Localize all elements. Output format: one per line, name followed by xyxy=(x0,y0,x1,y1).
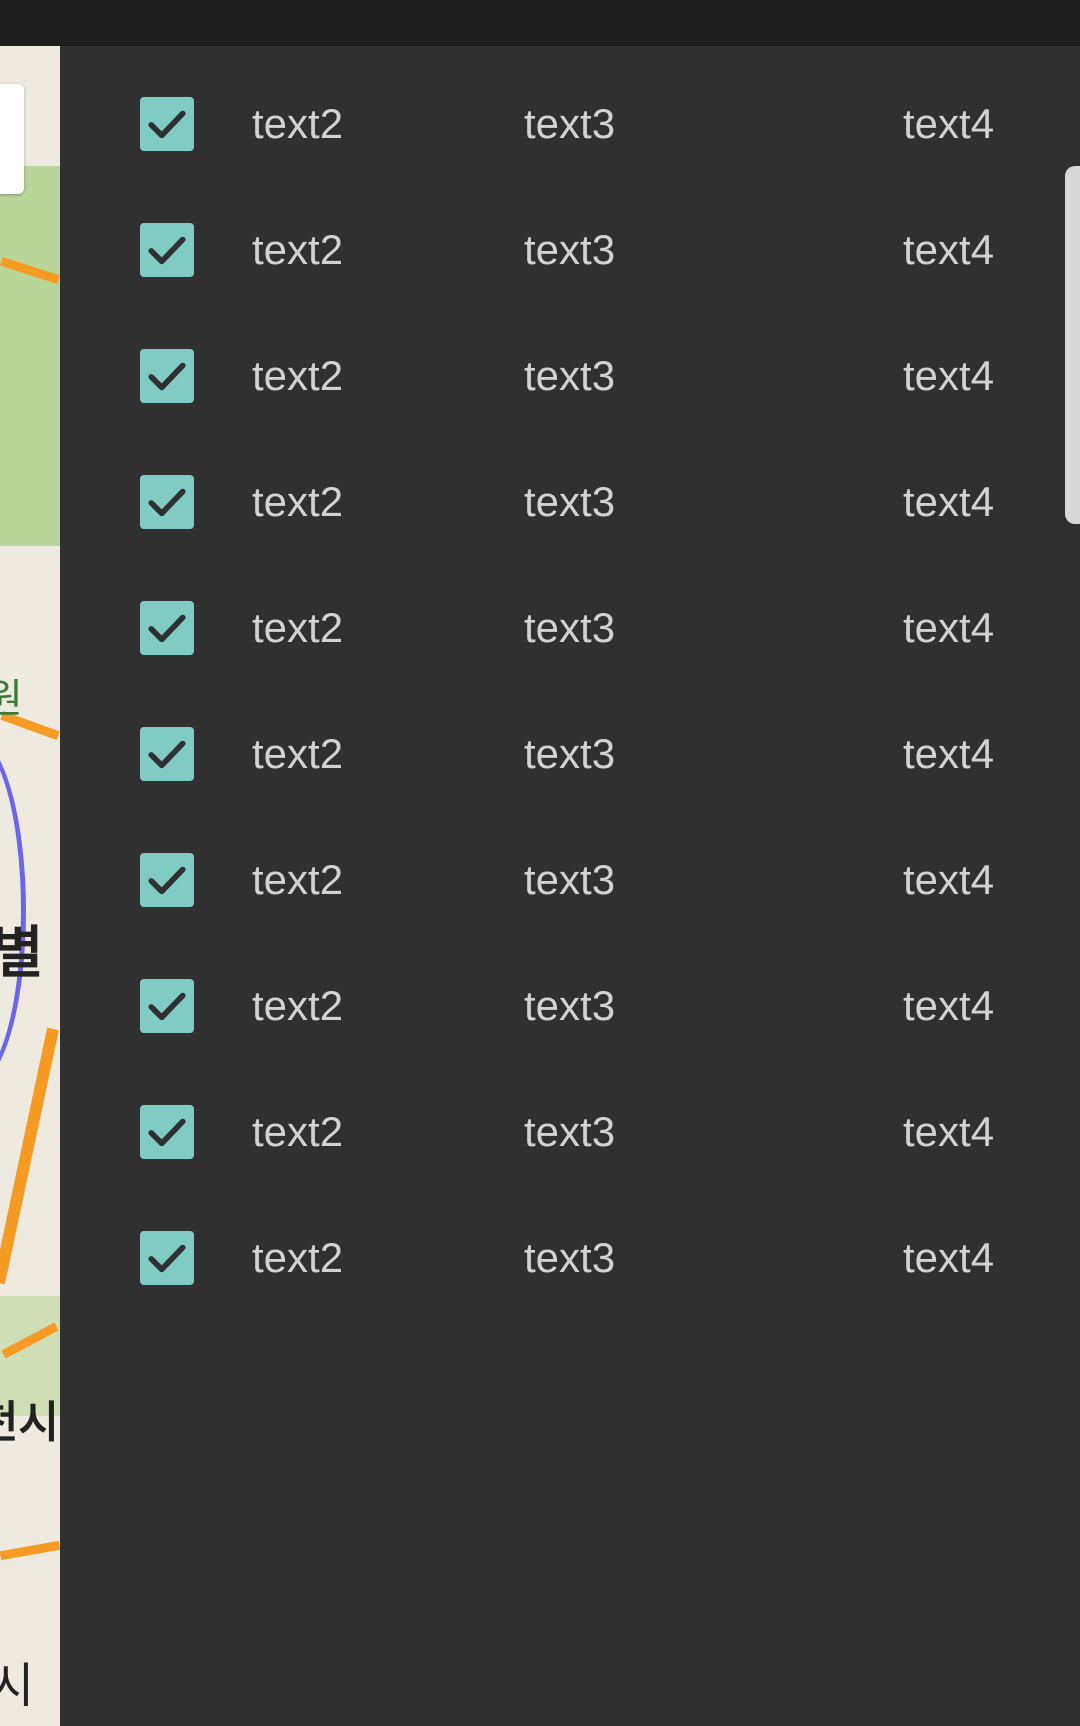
map-background[interactable]: 원 별 천시 시 xyxy=(0,46,60,1726)
row-checkbox[interactable] xyxy=(140,349,194,403)
map-label: 시 xyxy=(0,1658,35,1714)
row-text3: text3 xyxy=(524,856,616,903)
row-checkbox[interactable] xyxy=(140,853,194,907)
row-checkbox[interactable] xyxy=(140,1105,194,1159)
row-text4: text4 xyxy=(903,100,995,147)
row-text2: text2 xyxy=(252,1234,344,1281)
list-item[interactable]: text2 text3 text4 xyxy=(60,676,1080,802)
row-text3: text3 xyxy=(524,730,616,777)
row-checkbox[interactable] xyxy=(140,979,194,1033)
row-checkbox[interactable] xyxy=(140,475,194,529)
row-text2: text2 xyxy=(252,982,344,1029)
row-text4: text4 xyxy=(903,730,995,777)
checkmark-icon xyxy=(148,1244,186,1273)
checkmark-icon xyxy=(148,236,186,265)
list-item[interactable]: text2 text3 text4 xyxy=(60,424,1080,550)
map-label: 천시 xyxy=(0,1397,59,1448)
list-item[interactable]: text2 text3 text4 xyxy=(60,550,1080,676)
row-text4: text4 xyxy=(903,856,995,903)
list-item[interactable]: text2 text3 text4 xyxy=(60,1054,1080,1180)
row-text4: text4 xyxy=(903,478,995,525)
row-text4: text4 xyxy=(903,982,995,1029)
row-text2: text2 xyxy=(252,730,344,777)
checkmark-icon xyxy=(148,740,186,769)
map-park-area xyxy=(0,166,60,546)
list-item[interactable]: text2 text3 text4 xyxy=(60,172,1080,298)
row-text2: text2 xyxy=(252,100,344,147)
row-text2: text2 xyxy=(252,604,344,651)
checkmark-icon xyxy=(148,110,186,139)
row-text2: text2 xyxy=(252,352,344,399)
list-item[interactable]: text2 text3 text4 xyxy=(60,802,1080,928)
list-item[interactable]: text2 text3 text4 xyxy=(60,46,1080,172)
list-item[interactable]: text2 text3 text4 xyxy=(60,1180,1080,1306)
map-overlay-card[interactable] xyxy=(0,84,24,194)
row-checkbox[interactable] xyxy=(140,223,194,277)
row-text3: text3 xyxy=(524,478,616,525)
row-checkbox[interactable] xyxy=(140,601,194,655)
checkmark-icon xyxy=(148,866,186,895)
row-text4: text4 xyxy=(903,226,995,273)
scrollbar-handle[interactable] xyxy=(1065,166,1080,524)
checkmark-icon xyxy=(148,362,186,391)
row-checkbox[interactable] xyxy=(140,1231,194,1285)
row-text3: text3 xyxy=(524,226,616,273)
row-text2: text2 xyxy=(252,1108,344,1155)
status-bar xyxy=(0,0,1080,46)
row-text3: text3 xyxy=(524,100,616,147)
row-text3: text3 xyxy=(524,1234,616,1281)
list-item[interactable]: text2 text3 text4 xyxy=(60,298,1080,424)
map-label: 별 xyxy=(0,921,44,986)
row-text4: text4 xyxy=(903,604,995,651)
row-text2: text2 xyxy=(252,856,344,903)
row-text3: text3 xyxy=(524,604,616,651)
row-text3: text3 xyxy=(524,1108,616,1155)
map-road xyxy=(0,1540,60,1561)
row-text2: text2 xyxy=(252,226,344,273)
checkmark-icon xyxy=(148,488,186,517)
map-road xyxy=(0,1027,59,1285)
row-text3: text3 xyxy=(524,352,616,399)
checkmark-icon xyxy=(148,614,186,643)
list-item[interactable]: text2 text3 text4 xyxy=(60,928,1080,1054)
row-text4: text4 xyxy=(903,1234,995,1281)
map-label: 원 xyxy=(0,676,23,722)
row-checkbox[interactable] xyxy=(140,727,194,781)
row-text2: text2 xyxy=(252,478,344,525)
checkmark-icon xyxy=(148,992,186,1021)
checkmark-icon xyxy=(148,1118,186,1147)
row-checkbox[interactable] xyxy=(140,97,194,151)
row-text4: text4 xyxy=(903,1108,995,1155)
row-text3: text3 xyxy=(524,982,616,1029)
list-drawer: text2 text3 text4 text2 text3 text4 text… xyxy=(60,46,1080,1726)
row-text4: text4 xyxy=(903,352,995,399)
